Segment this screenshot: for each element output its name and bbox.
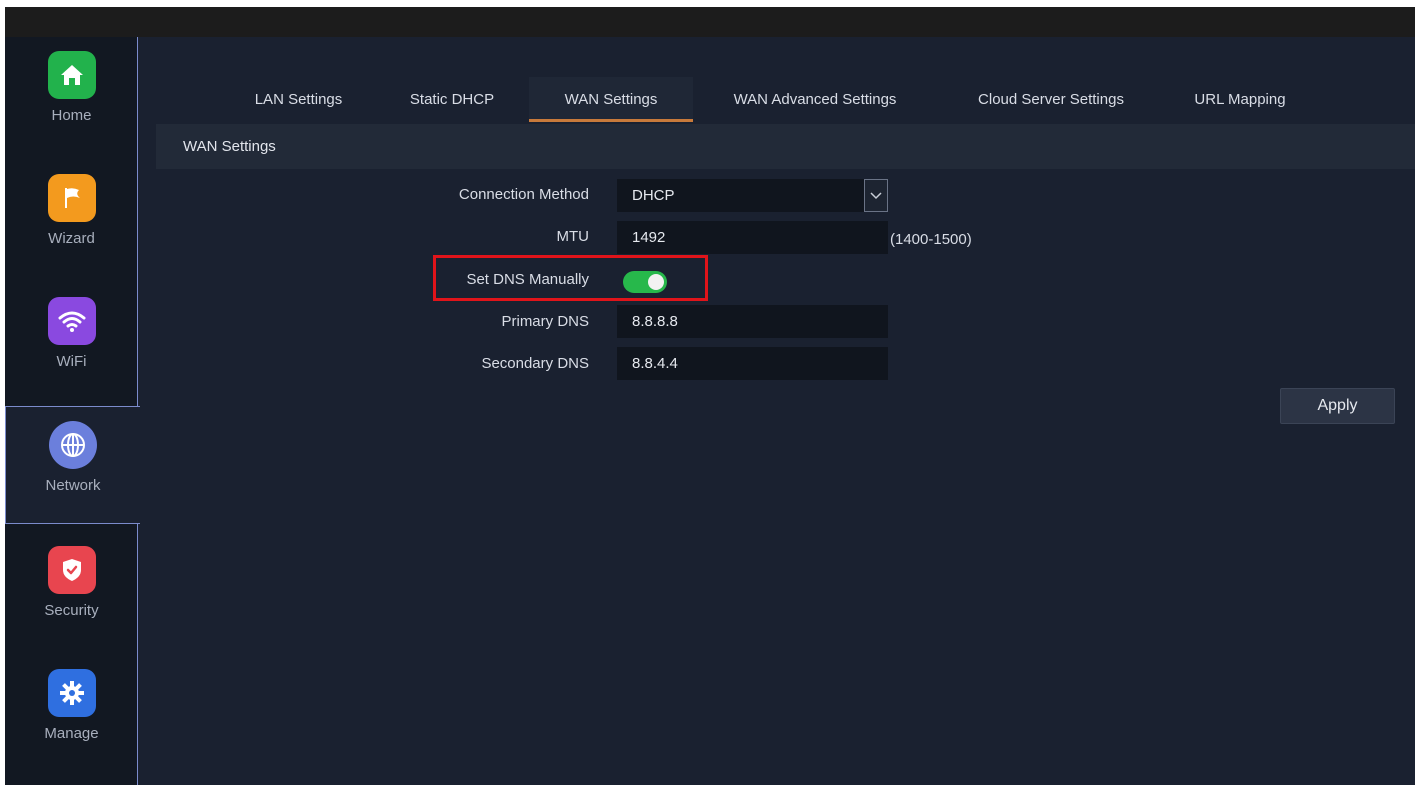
secondary-dns-label: Secondary DNS: [481, 355, 589, 372]
sidebar-item-network[interactable]: Network: [5, 406, 140, 524]
secondary-dns-field[interactable]: 8.8.4.4: [617, 347, 888, 380]
sidebar-item-label: Wizard: [48, 230, 95, 247]
section-title: WAN Settings: [156, 124, 1415, 169]
sidebar-item-manage[interactable]: Manage: [5, 669, 138, 787]
set-dns-manually-label: Set DNS Manually: [466, 271, 589, 288]
primary-dns-label: Primary DNS: [501, 313, 589, 330]
sidebar-item-wizard[interactable]: Wizard: [5, 174, 138, 292]
main-panel: LAN Settings Static DHCP WAN Settings WA…: [139, 37, 1415, 785]
primary-dns-field[interactable]: 8.8.8.8: [617, 305, 888, 338]
chevron-down-icon[interactable]: [864, 179, 888, 212]
sidebar-item-label: Network: [45, 477, 101, 494]
connection-method-value: DHCP: [632, 187, 675, 204]
shield-icon: [47, 546, 96, 594]
sidebar-item-home[interactable]: Home: [5, 51, 138, 169]
connection-method-select[interactable]: DHCP: [617, 179, 888, 212]
home-icon: [47, 51, 96, 99]
mtu-range-hint: (1400-1500): [890, 231, 972, 248]
tab-wan-settings[interactable]: WAN Settings: [529, 77, 693, 122]
sidebar-item-security[interactable]: Security: [5, 546, 138, 664]
sidebar-item-label: Home: [51, 107, 92, 124]
set-dns-manually-toggle[interactable]: [623, 271, 667, 293]
wifi-icon: [47, 297, 96, 345]
sidebar-item-label: WiFi: [56, 353, 87, 370]
globe-icon: [49, 421, 97, 469]
sidebar-item-label: Manage: [44, 725, 99, 742]
sidebar: Home Wizard WiFi Network Security Manage: [5, 37, 140, 787]
tab-bar: LAN Settings Static DHCP WAN Settings WA…: [139, 67, 1415, 123]
apply-button[interactable]: Apply: [1280, 388, 1395, 424]
sidebar-item-label: Security: [44, 602, 99, 619]
gear-icon: [47, 669, 96, 717]
mtu-field[interactable]: 1492: [617, 221, 888, 254]
connection-method-label: Connection Method: [458, 186, 589, 203]
mtu-label: MTU: [556, 228, 590, 245]
sidebar-item-wifi[interactable]: WiFi: [5, 297, 138, 415]
top-bar: [5, 7, 1415, 37]
flag-icon: [47, 174, 96, 222]
toggle-knob: [648, 274, 664, 290]
